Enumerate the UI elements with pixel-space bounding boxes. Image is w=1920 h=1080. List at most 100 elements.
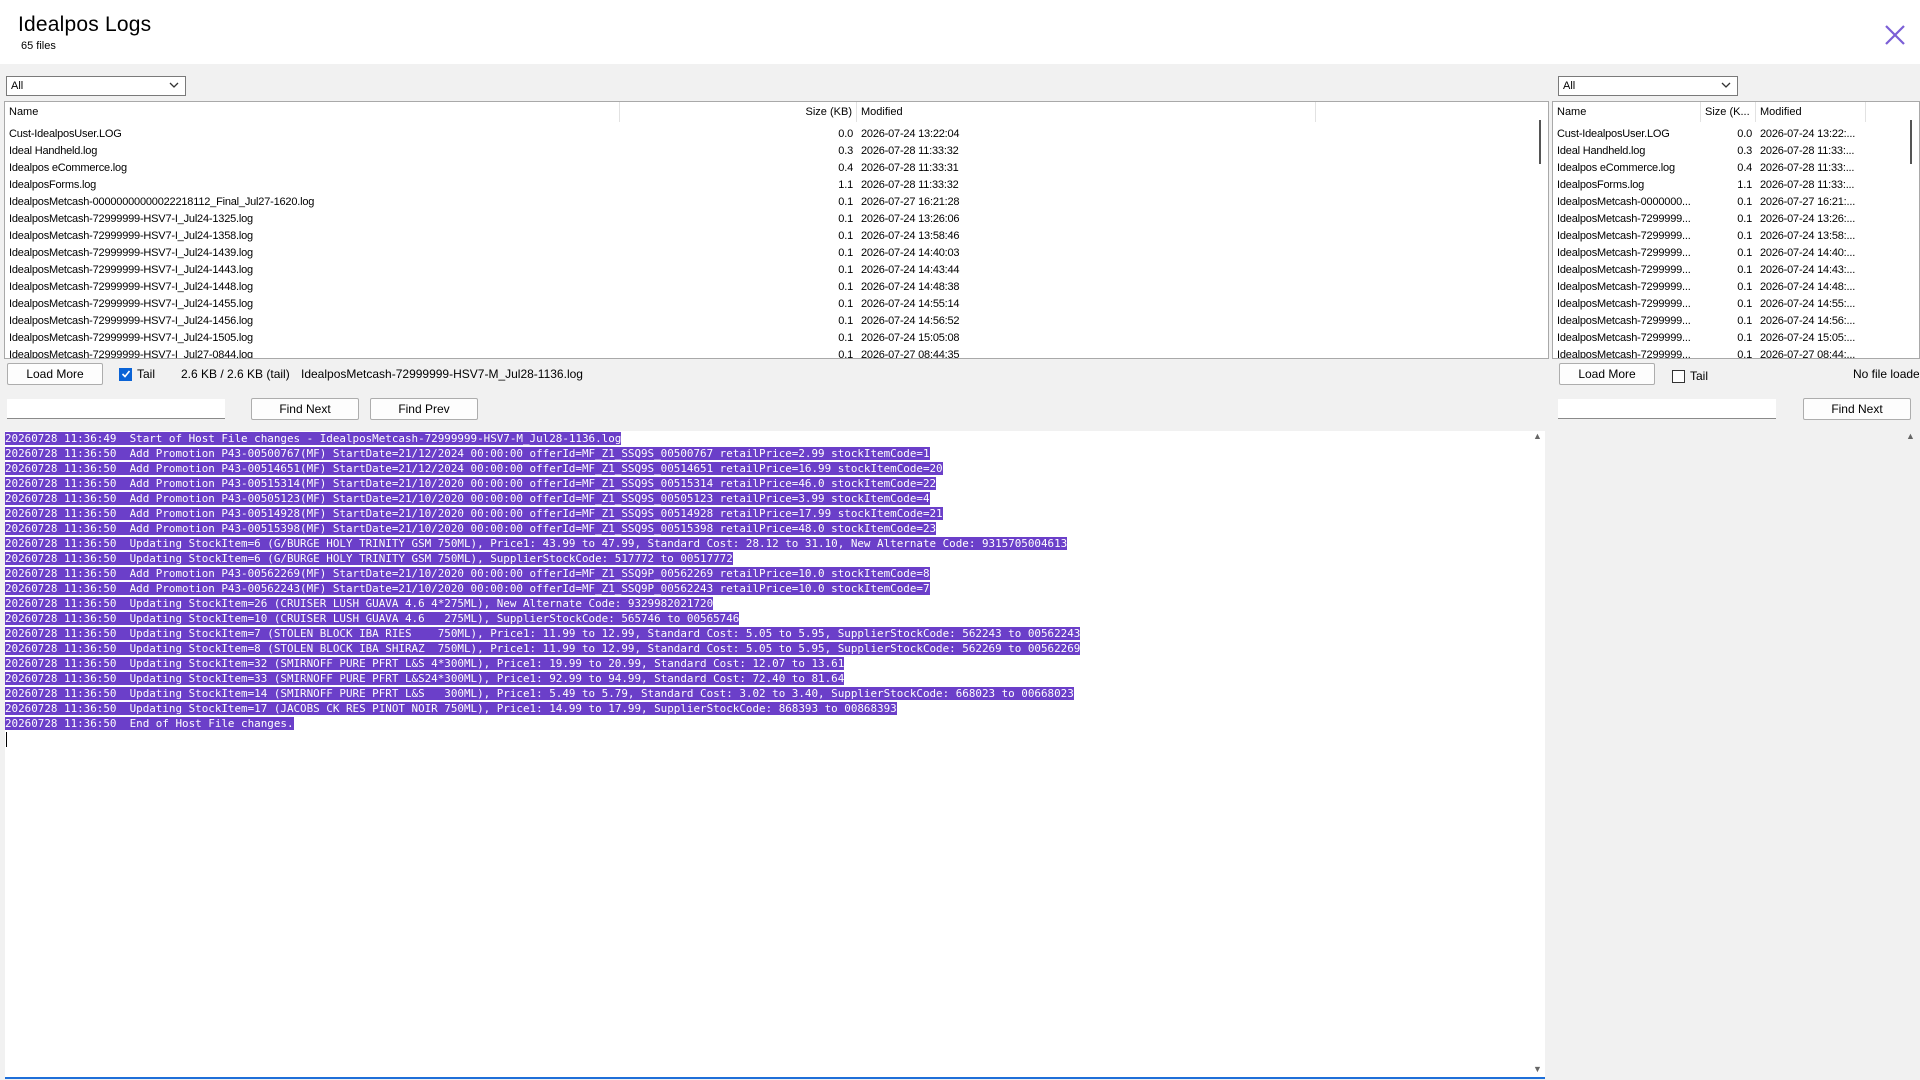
file-size-cell: 0.1 — [838, 298, 853, 310]
file-name-cell: IdealposMetcash-0000000... — [1557, 196, 1691, 208]
right-search-input[interactable] — [1558, 399, 1776, 419]
log-line: 20260728 11:36:50 Updating StockItem=33 … — [5, 671, 1080, 686]
file-row[interactable]: IdealposMetcash-72999999-HSV7-I_Jul24-14… — [5, 296, 1316, 313]
left-filter-dropdown[interactable]: All — [6, 76, 186, 96]
file-row[interactable]: IdealposMetcash-7299999... 0.1 2026-07-24 … — [1553, 296, 1866, 313]
left-file-list-header: Name Size (KB) Modified — [5, 102, 1536, 122]
file-row[interactable]: IdealposMetcash-72999999-HSV7-I_Jul24-15… — [5, 330, 1316, 347]
log-line-text: 20260728 11:36:50 Updating StockItem=32 … — [5, 657, 845, 670]
file-size-cell: 0.1 — [838, 213, 853, 225]
close-icon — [1885, 25, 1905, 45]
right-file-list-scrollbar[interactable] — [1905, 102, 1919, 358]
log-line: 20260728 11:36:50 Updating StockItem=17 … — [5, 701, 1080, 716]
close-button[interactable] — [1880, 20, 1910, 50]
left-find-prev-button[interactable]: Find Prev — [370, 398, 478, 420]
file-row[interactable]: IdealposMetcash-72999999-HSV7-I_Jul24-14… — [5, 262, 1316, 279]
right-tail-checkbox-box[interactable] — [1672, 369, 1685, 383]
log-line-text: 20260728 11:36:50 Add Promotion P43-0051… — [5, 462, 943, 475]
file-row[interactable]: IdealposMetcash-7299999... 0.1 2026-07-24 … — [1553, 313, 1866, 330]
file-size-cell: 1.1 — [1737, 179, 1752, 191]
log-line-text: 20260728 11:36:50 Add Promotion P43-0050… — [5, 492, 930, 505]
column-header-name[interactable]: Name — [1553, 102, 1701, 122]
scroll-down-icon[interactable]: ▼ — [1533, 1064, 1542, 1074]
file-modified-cell: 2026-07-24 13:22:... — [1760, 128, 1856, 140]
file-modified-cell: 2026-07-28 11:33:31 — [861, 162, 959, 174]
log-line: 20260728 11:36:50 Add Promotion P43-0050… — [5, 491, 1080, 506]
file-row[interactable]: IdealposMetcash-7299999... 0.1 2026-07-24 … — [1553, 211, 1866, 228]
file-row[interactable]: Ideal Handheld.log 0.3 2026-07-28 11:33:32 — [5, 143, 1316, 160]
log-line-text: 20260728 11:36:50 Updating StockItem=7 (… — [5, 627, 1081, 640]
column-header-modified[interactable]: Modified — [857, 102, 1316, 122]
log-line: 20260728 11:36:50 Updating StockItem=10 … — [5, 611, 1080, 626]
column-header-size[interactable]: Size (KB) — [620, 102, 857, 122]
file-size-cell: 0.1 — [1737, 349, 1752, 359]
file-row[interactable]: Ideal Handheld.log 0.3 2026-07-28 11:33:..… — [1553, 143, 1866, 160]
file-size-cell: 0.1 — [1737, 315, 1752, 327]
file-row[interactable]: IdealposMetcash-7299999... 0.1 2026-07-24 … — [1553, 245, 1866, 262]
file-row[interactable]: IdealposForms.log 1.1 2026-07-28 11:33:... — [1553, 177, 1866, 194]
file-name-cell: IdealposMetcash-72999999-HSV7-I_Jul24-14… — [9, 315, 253, 327]
left-file-list-scrollbar[interactable] — [1534, 102, 1548, 358]
file-modified-cell: 2026-07-24 13:58:... — [1760, 230, 1856, 242]
right-file-list-scroll-thumb[interactable] — [1910, 120, 1912, 164]
right-filter-dropdown[interactable]: All — [1558, 76, 1738, 96]
left-tail-checkbox[interactable]: Tail — [119, 367, 155, 381]
file-row[interactable]: IdealposMetcash-7299999... 0.1 2026-07-24 … — [1553, 330, 1866, 347]
file-row[interactable]: IdealposMetcash-7299999... 0.1 2026-07-27 … — [1553, 347, 1866, 359]
left-file-list-scroll-thumb[interactable] — [1539, 120, 1541, 164]
file-row[interactable]: IdealposMetcash-72999999-HSV7-I_Jul27-08… — [5, 347, 1316, 359]
file-size-cell: 0.1 — [838, 281, 853, 293]
column-header-name[interactable]: Name — [5, 102, 620, 122]
log-line: 20260728 11:36:50 Add Promotion P43-0050… — [5, 446, 1080, 461]
file-name-cell: IdealposMetcash-72999999-HSV7-I_Jul24-14… — [9, 281, 253, 293]
file-row[interactable]: IdealposMetcash-7299999... 0.1 2026-07-24 … — [1553, 279, 1866, 296]
scroll-up-icon[interactable]: ▲ — [1533, 431, 1542, 441]
chevron-down-icon — [169, 82, 179, 88]
file-modified-cell: 2026-07-24 14:55:... — [1760, 298, 1856, 310]
file-row[interactable]: Idealpos eCommerce.log 0.4 2026-07-28 11:3… — [1553, 160, 1866, 177]
right-load-more-button[interactable]: Load More — [1559, 363, 1655, 385]
right-tail-checkbox[interactable]: Tail — [1672, 369, 1708, 383]
column-header-modified[interactable]: Modified — [1756, 102, 1866, 122]
file-row[interactable]: Cust-IdealposUser.LOG 0.0 2026-07-24 13:22… — [5, 126, 1316, 143]
file-row[interactable]: IdealposMetcash-0000000... 0.1 2026-07-27 … — [1553, 194, 1866, 211]
file-row[interactable]: IdealposMetcash-72999999-HSV7-I_Jul24-13… — [5, 211, 1316, 228]
log-line-text: 20260728 11:36:50 Add Promotion P43-0056… — [5, 567, 930, 580]
file-row[interactable]: IdealposMetcash-7299999... 0.1 2026-07-24 … — [1553, 228, 1866, 245]
left-tail-checkbox-box[interactable] — [119, 367, 132, 381]
file-name-cell: IdealposMetcash-72999999-HSV7-I_Jul24-13… — [9, 230, 253, 242]
left-log-viewer[interactable]: 20260728 11:36:49 Start of Host File cha… — [5, 431, 1545, 1079]
column-header-size[interactable]: Size (K... — [1701, 102, 1756, 122]
file-row[interactable]: Cust-IdealposUser.LOG 0.0 2026-07-24 13:22… — [1553, 126, 1866, 143]
scroll-up-icon[interactable]: ▲ — [1906, 431, 1915, 441]
column-header-spacer — [1316, 102, 1536, 122]
log-line: 20260728 11:36:50 Add Promotion P43-0056… — [5, 581, 1080, 596]
file-name-cell: Cust-IdealposUser.LOG — [9, 128, 122, 140]
left-search-input[interactable] — [7, 399, 225, 419]
file-row[interactable]: Idealpos eCommerce.log 0.4 2026-07-28 11:3… — [5, 160, 1316, 177]
log-line-text: 20260728 11:36:50 Add Promotion P43-0050… — [5, 447, 930, 460]
file-row[interactable]: IdealposForms.log 1.1 2026-07-28 11:33:32 — [5, 177, 1316, 194]
right-find-next-button[interactable]: Find Next — [1803, 398, 1911, 420]
log-text[interactable]: 20260728 11:36:49 Start of Host File cha… — [5, 431, 1081, 731]
file-name-cell: IdealposMetcash-7299999... — [1557, 213, 1691, 225]
file-row[interactable]: IdealposMetcash-72999999-HSV7-I_Jul24-14… — [5, 313, 1316, 330]
right-status-text: No file loaded — [1853, 367, 1919, 381]
file-name-cell: IdealposMetcash-7299999... — [1557, 315, 1691, 327]
file-name-cell: IdealposMetcash-72999999-HSV7-I_Jul27-08… — [9, 349, 253, 359]
file-name-cell: Cust-IdealposUser.LOG — [1557, 128, 1670, 140]
left-find-next-button[interactable]: Find Next — [251, 398, 359, 420]
right-log-viewer[interactable] — [1555, 431, 1920, 1079]
file-row[interactable]: IdealposMetcash-72999999-HSV7-I_Jul24-13… — [5, 228, 1316, 245]
app-header: Idealpos Logs 65 files — [0, 0, 1920, 64]
file-row[interactable]: IdealposMetcash-7299999... 0.1 2026-07-24 … — [1553, 262, 1866, 279]
log-line-text: 20260728 11:36:50 End of Host File chang… — [5, 717, 294, 730]
left-size-info: 2.6 KB / 2.6 KB (tail) — [181, 367, 290, 381]
left-load-more-button[interactable]: Load More — [7, 363, 103, 385]
file-modified-cell: 2026-07-28 11:33:... — [1760, 145, 1855, 157]
file-row[interactable]: IdealposMetcash-00000000000022218112_Fin… — [5, 194, 1316, 211]
file-modified-cell: 2026-07-28 11:33:... — [1760, 179, 1855, 191]
file-modified-cell: 2026-07-24 14:43:44 — [861, 264, 960, 276]
file-row[interactable]: IdealposMetcash-72999999-HSV7-I_Jul24-14… — [5, 245, 1316, 262]
file-row[interactable]: IdealposMetcash-72999999-HSV7-I_Jul24-14… — [5, 279, 1316, 296]
